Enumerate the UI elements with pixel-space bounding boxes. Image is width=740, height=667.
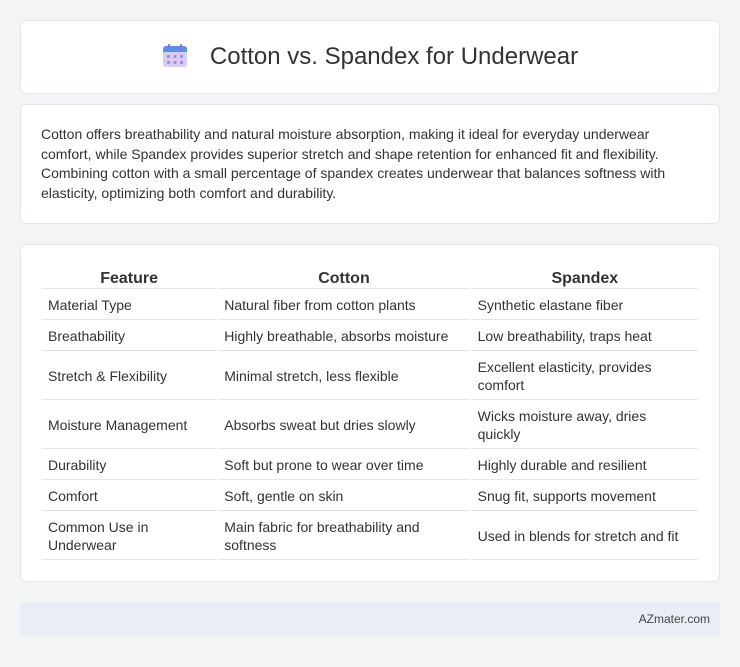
spandex-cell: Used in blends for stretch and fit — [471, 513, 698, 560]
table-row: Stretch & Flexibility Minimal stretch, l… — [42, 353, 698, 400]
cotton-cell: Minimal stretch, less flexible — [218, 353, 470, 400]
cotton-cell: Soft but prone to wear over time — [218, 451, 470, 480]
footer: AZmater.com — [20, 602, 720, 636]
feature-cell: Durability — [42, 451, 217, 480]
calendar-icon — [162, 44, 187, 67]
cotton-cell: Natural fiber from cotton plants — [218, 291, 470, 320]
cotton-cell: Highly breathable, absorbs moisture — [218, 322, 470, 351]
table-header-row: Feature Cotton Spandex — [42, 267, 698, 289]
summary-card: Cotton offers breathability and natural … — [20, 104, 720, 224]
header-card: Cotton vs. Spandex for Underwear — [20, 20, 720, 94]
comparison-table: Feature Cotton Spandex Material Type Nat… — [40, 265, 700, 562]
table-row: Durability Soft but prone to wear over t… — [42, 451, 698, 480]
feature-cell: Comfort — [42, 482, 217, 511]
table-row: Common Use in Underwear Main fabric for … — [42, 513, 698, 560]
comparison-table-card: Feature Cotton Spandex Material Type Nat… — [20, 244, 720, 582]
table-row: Breathability Highly breathable, absorbs… — [42, 322, 698, 351]
feature-cell: Moisture Management — [42, 402, 217, 449]
cotton-cell: Absorbs sweat but dries slowly — [218, 402, 470, 449]
header-feature: Feature — [42, 267, 217, 289]
spandex-cell: Snug fit, supports movement — [471, 482, 698, 511]
spandex-cell: Excellent elasticity, provides comfort — [471, 353, 698, 400]
footer-site-link[interactable]: AZmater.com — [639, 612, 710, 626]
cotton-cell: Main fabric for breathability and softne… — [218, 513, 470, 560]
feature-cell: Stretch & Flexibility — [42, 353, 217, 400]
spandex-cell: Synthetic elastane fiber — [471, 291, 698, 320]
header-cotton: Cotton — [218, 267, 470, 289]
table-row: Moisture Management Absorbs sweat but dr… — [42, 402, 698, 449]
page-title: Cotton vs. Spandex for Underwear — [209, 43, 579, 70]
summary-text: Cotton offers breathability and natural … — [41, 126, 666, 201]
spandex-cell: Low breathability, traps heat — [471, 322, 698, 351]
feature-cell: Material Type — [42, 291, 217, 320]
spandex-cell: Wicks moisture away, dries quickly — [471, 402, 698, 449]
cotton-cell: Soft, gentle on skin — [218, 482, 470, 511]
feature-cell: Common Use in Underwear — [42, 513, 217, 560]
header-spandex: Spandex — [471, 267, 698, 289]
spandex-cell: Highly durable and resilient — [471, 451, 698, 480]
feature-cell: Breathability — [42, 322, 217, 351]
table-row: Material Type Natural fiber from cotton … — [42, 291, 698, 320]
table-row: Comfort Soft, gentle on skin Snug fit, s… — [42, 482, 698, 511]
